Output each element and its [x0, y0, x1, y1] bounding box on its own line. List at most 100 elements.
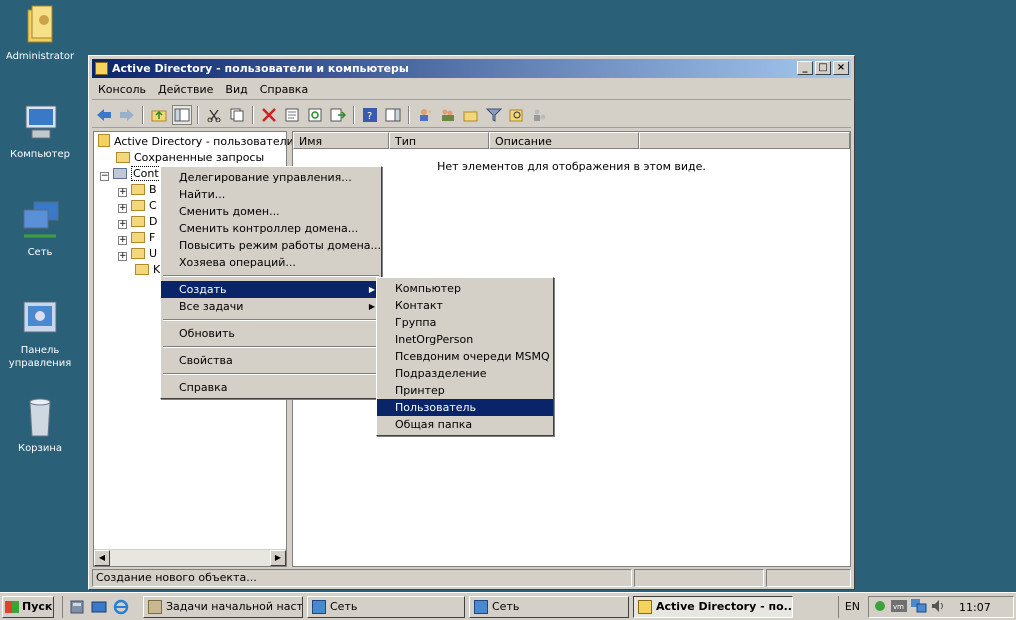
menu-item-raise-functional-level[interactable]: Повысить режим работы домена... — [161, 237, 381, 254]
menu-item-all-tasks[interactable]: Все задачи ▶ — [161, 298, 381, 315]
tree-child[interactable]: + F — [118, 230, 155, 246]
folder-icon — [131, 200, 145, 211]
column-header-filler — [639, 132, 850, 149]
desktop-icon-recycle-bin[interactable]: Корзина — [0, 396, 80, 455]
expand-icon[interactable]: + — [118, 220, 127, 229]
svg-text:?: ? — [367, 111, 372, 122]
computer-icon — [20, 102, 60, 144]
tree-child[interactable]: K — [135, 262, 160, 278]
submenu-item-inetorgperson[interactable]: InetOrgPerson — [377, 331, 553, 348]
menu-item-delegate-control[interactable]: Делегирование управления... — [161, 169, 381, 186]
create-submenu: Компьютер Контакт Группа InetOrgPerson П… — [376, 277, 554, 436]
delete-icon[interactable] — [259, 105, 279, 125]
clock[interactable]: 11:07 — [959, 601, 991, 614]
properties-icon[interactable] — [282, 105, 302, 125]
svg-text:*: * — [428, 109, 432, 117]
cut-icon[interactable] — [204, 105, 224, 125]
new-user-icon[interactable]: * — [415, 105, 435, 125]
help-icon[interactable]: ? — [360, 105, 380, 125]
maximize-button[interactable]: □ — [815, 61, 831, 75]
find-icon[interactable] — [507, 105, 527, 125]
submenu-item-contact[interactable]: Контакт — [377, 297, 553, 314]
menu-view[interactable]: Вид — [219, 83, 253, 96]
scroll-right-icon[interactable]: ▶ — [270, 550, 286, 566]
menu-item-create-label: Создать — [179, 283, 227, 296]
language-indicator[interactable]: EN — [837, 596, 866, 618]
menu-action[interactable]: Действие — [152, 83, 219, 96]
menu-item-find[interactable]: Найти... — [161, 186, 381, 203]
tree-child[interactable]: + D — [118, 214, 157, 230]
submenu-item-user[interactable]: Пользователь — [377, 399, 553, 416]
column-header-description[interactable]: Описание — [489, 132, 639, 149]
status-bar: Создание нового объекта... — [92, 569, 851, 587]
new-group-icon[interactable] — [438, 105, 458, 125]
start-button[interactable]: Пуск — [2, 595, 54, 618]
scroll-left-icon[interactable]: ◀ — [94, 550, 110, 566]
show-hide-tree-icon[interactable] — [172, 104, 192, 125]
menu-separator — [163, 319, 379, 321]
menu-console[interactable]: Консоль — [92, 83, 152, 96]
network-tray-icon[interactable] — [911, 598, 927, 616]
menu-item-change-domain[interactable]: Сменить домен... — [161, 203, 381, 220]
tree-saved-queries-label: Сохраненные запросы — [134, 151, 265, 164]
desktop-icon-label: Корзина — [17, 443, 63, 454]
copy-icon[interactable] — [227, 105, 247, 125]
task-label: Задачи начальной наст... — [166, 599, 303, 613]
column-header-type[interactable]: Тип — [389, 132, 489, 149]
security-icon[interactable] — [873, 599, 887, 616]
submenu-item-ou[interactable]: Подразделение — [377, 365, 553, 382]
taskbar-task[interactable]: Задачи начальной наст... — [143, 595, 303, 618]
tree-horizontal-scrollbar[interactable]: ◀ ▶ — [94, 549, 286, 566]
desktop-icon-network[interactable]: Сеть — [0, 200, 80, 259]
network-icon — [474, 599, 488, 614]
submenu-item-shared-folder[interactable]: Общая папка — [377, 416, 553, 433]
expand-icon[interactable]: + — [118, 252, 127, 261]
desktop-icon-administrator[interactable]: Administrator — [0, 4, 80, 63]
add-to-group-icon[interactable] — [530, 105, 550, 125]
back-icon[interactable] — [94, 105, 114, 125]
column-header-name[interactable]: Имя — [293, 132, 389, 149]
taskbar-task[interactable]: Сеть — [469, 595, 629, 618]
vmware-icon[interactable]: vm — [891, 599, 907, 615]
volume-icon[interactable] — [931, 599, 945, 616]
tree-saved-queries[interactable]: Сохраненные запросы — [116, 150, 264, 166]
submenu-item-computer[interactable]: Компьютер — [377, 280, 553, 297]
collapse-icon[interactable]: − — [100, 172, 109, 181]
title-bar[interactable]: Active Directory - пользователи и компью… — [92, 59, 851, 78]
refresh-icon[interactable] — [305, 105, 325, 125]
filter-icon[interactable] — [484, 105, 504, 125]
taskbar-task-active[interactable]: Active Directory - по... — [633, 595, 793, 618]
close-button[interactable]: × — [833, 61, 849, 75]
taskbar-task[interactable]: Сеть — [307, 595, 465, 618]
menu-item-change-dc[interactable]: Сменить контроллер домена... — [161, 220, 381, 237]
tree-child[interactable]: + B — [118, 182, 157, 198]
expand-icon[interactable]: + — [118, 204, 127, 213]
menu-help[interactable]: Справка — [254, 83, 314, 96]
action-pane-icon[interactable] — [383, 105, 403, 125]
tree-domain[interactable]: − Cont — [100, 166, 161, 182]
tree-child[interactable]: + C — [118, 198, 157, 214]
menu-item-refresh[interactable]: Обновить — [161, 325, 381, 342]
menu-item-properties[interactable]: Свойства — [161, 352, 381, 369]
menu-item-help[interactable]: Справка — [161, 379, 381, 396]
minimize-button[interactable]: _ — [797, 61, 813, 75]
menu-item-create[interactable]: Создать ▶ — [161, 281, 381, 298]
submenu-item-group[interactable]: Группа — [377, 314, 553, 331]
internet-explorer-icon[interactable] — [113, 599, 129, 615]
new-ou-icon[interactable]: * — [461, 105, 481, 125]
tree-child[interactable]: + U — [118, 246, 157, 262]
desktop-icon-computer[interactable]: Компьютер — [0, 102, 80, 161]
up-folder-icon[interactable] — [149, 105, 169, 125]
desktop-icon-control-panel[interactable]: Панель управления — [0, 298, 80, 370]
submenu-item-printer[interactable]: Принтер — [377, 382, 553, 399]
server-manager-icon[interactable] — [69, 599, 85, 615]
expand-icon[interactable]: + — [118, 188, 127, 197]
submenu-item-msmq-alias[interactable]: Псевдоним очереди MSMQ — [377, 348, 553, 365]
forward-icon[interactable] — [117, 105, 137, 125]
show-desktop-icon[interactable] — [91, 599, 107, 615]
export-list-icon[interactable] — [328, 105, 348, 125]
expand-icon[interactable]: + — [118, 236, 127, 245]
desktop-icon-label: Сеть — [27, 247, 53, 258]
tree-root[interactable]: Active Directory - пользователи и — [98, 134, 304, 150]
menu-item-operations-masters[interactable]: Хозяева операций... — [161, 254, 381, 271]
